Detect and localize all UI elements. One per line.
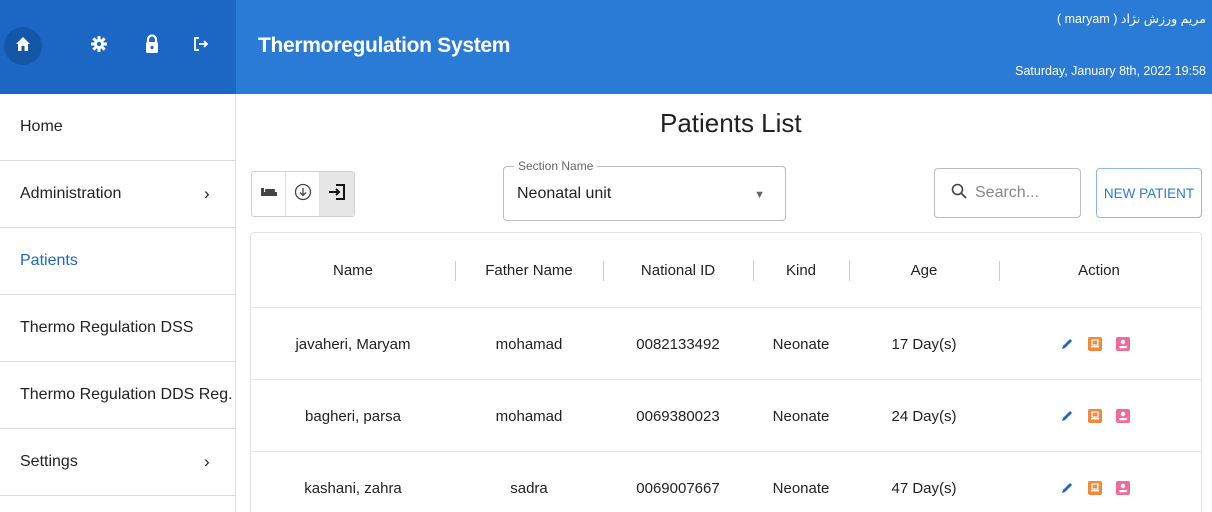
cell-national-id: 0069007667 xyxy=(636,479,720,497)
cell-name: bagheri, parsa xyxy=(305,407,401,425)
admit-button[interactable] xyxy=(320,172,354,216)
sidebar-item-thermo-regulation-dss[interactable]: Thermo Regulation DSS xyxy=(0,295,236,362)
settings-button[interactable] xyxy=(84,31,114,61)
print-icon[interactable] xyxy=(1088,409,1102,423)
search-icon xyxy=(951,183,967,204)
cell-age: 24 Day(s) xyxy=(891,407,957,425)
sidebar: Home Administration › Patients Thermo Re… xyxy=(0,94,236,512)
sidebar-item-label: Settings xyxy=(20,453,78,470)
header-icon-bar xyxy=(0,0,236,94)
row-actions xyxy=(1060,380,1130,452)
gear-icon xyxy=(90,35,108,58)
chevron-right-icon: › xyxy=(204,452,210,471)
section-select[interactable]: Section Name Neonatal unit ▼ xyxy=(503,159,786,221)
bed-icon xyxy=(260,185,278,203)
home-button[interactable] xyxy=(4,27,42,65)
chevron-right-icon: › xyxy=(204,184,210,203)
sidebar-item-label: Thermo Regulation DDS Reg. xyxy=(20,386,233,403)
cell-kind: Neonate xyxy=(772,407,830,425)
table-row[interactable]: kashani, zahra sadra 0069007667 Neonate … xyxy=(251,452,1201,512)
section-select-value: Neonatal unit xyxy=(517,185,612,202)
table-row[interactable]: bagheri, parsa mohamad 0069380023 Neonat… xyxy=(251,380,1201,452)
cell-father-name: mohamad xyxy=(495,335,563,353)
row-actions xyxy=(1060,452,1130,512)
search-box xyxy=(934,168,1081,218)
lock-button[interactable] xyxy=(137,31,167,61)
sidebar-item-thermo-regulation-dds-reg[interactable]: Thermo Regulation DDS Reg. xyxy=(0,362,236,429)
profile-icon[interactable] xyxy=(1116,481,1130,495)
edit-icon[interactable] xyxy=(1060,337,1074,351)
current-date-time: Saturday, January 8th, 2022 19:58 xyxy=(1015,64,1206,78)
sidebar-item-patients[interactable]: Patients xyxy=(0,228,236,295)
cell-father-name: mohamad xyxy=(495,407,563,425)
cell-name: kashani, zahra xyxy=(304,479,402,497)
logout-button[interactable] xyxy=(186,31,216,61)
dropdown-arrow-icon: ▼ xyxy=(754,189,765,201)
sidebar-item-label: Thermo Regulation DSS xyxy=(20,319,194,336)
column-header-age[interactable]: Age xyxy=(849,233,999,308)
app-header: Thermoregulation System مریم ورزش نژاد (… xyxy=(0,0,1212,94)
column-header-name[interactable]: Name xyxy=(251,233,455,308)
home-icon xyxy=(14,35,32,58)
cell-kind: Neonate xyxy=(772,479,830,497)
sidebar-item-home[interactable]: Home xyxy=(0,94,236,161)
new-patient-button[interactable]: NEW PATIENT xyxy=(1096,168,1202,218)
bed-button[interactable] xyxy=(252,172,286,216)
edit-icon[interactable] xyxy=(1060,409,1074,423)
column-header-father-name[interactable]: Father Name xyxy=(455,233,603,308)
profile-icon[interactable] xyxy=(1116,409,1130,423)
sidebar-item-settings[interactable]: Settings › xyxy=(0,429,236,496)
cell-father-name: sadra xyxy=(510,479,548,497)
column-header-action: Action xyxy=(1078,262,1120,279)
edit-icon[interactable] xyxy=(1060,481,1074,495)
section-select-label: Section Name xyxy=(514,159,598,173)
cell-national-id: 0082133492 xyxy=(636,335,720,353)
app-title: Thermoregulation System xyxy=(258,34,511,57)
cell-name: javaheri, Maryam xyxy=(295,335,411,353)
column-header-kind[interactable]: Kind xyxy=(753,233,849,308)
table-header: Name Father Name National ID Kind Age Ac… xyxy=(251,233,1201,308)
cell-age: 47 Day(s) xyxy=(891,479,957,497)
cell-kind: Neonate xyxy=(772,335,830,353)
sidebar-item-label: Administration xyxy=(20,185,122,202)
sidebar-item-label: Patients xyxy=(20,252,78,269)
toolbar-group xyxy=(251,171,355,217)
download-circle-icon xyxy=(294,183,312,206)
sidebar-item-label: Home xyxy=(20,118,63,135)
column-header-national-id[interactable]: National ID xyxy=(603,233,753,308)
table-row[interactable]: javaheri, Maryam mohamad 0082133492 Neon… xyxy=(251,308,1201,380)
logout-icon xyxy=(192,35,210,58)
print-icon[interactable] xyxy=(1088,337,1102,351)
print-icon[interactable] xyxy=(1088,481,1102,495)
login-arrow-icon xyxy=(327,182,347,207)
cell-age: 17 Day(s) xyxy=(891,335,957,353)
sidebar-item-administration[interactable]: Administration › xyxy=(0,161,236,228)
patients-table: Name Father Name National ID Kind Age Ac… xyxy=(250,232,1202,512)
profile-icon[interactable] xyxy=(1116,337,1130,351)
user-name: مریم ورزش نژاد ( maryam ) xyxy=(1056,12,1206,26)
download-button[interactable] xyxy=(286,172,320,216)
cell-national-id: 0069380023 xyxy=(636,407,720,425)
row-actions xyxy=(1060,308,1130,380)
page-title: Patients List xyxy=(660,108,802,138)
search-input[interactable] xyxy=(975,184,1075,202)
lock-icon xyxy=(144,33,160,59)
